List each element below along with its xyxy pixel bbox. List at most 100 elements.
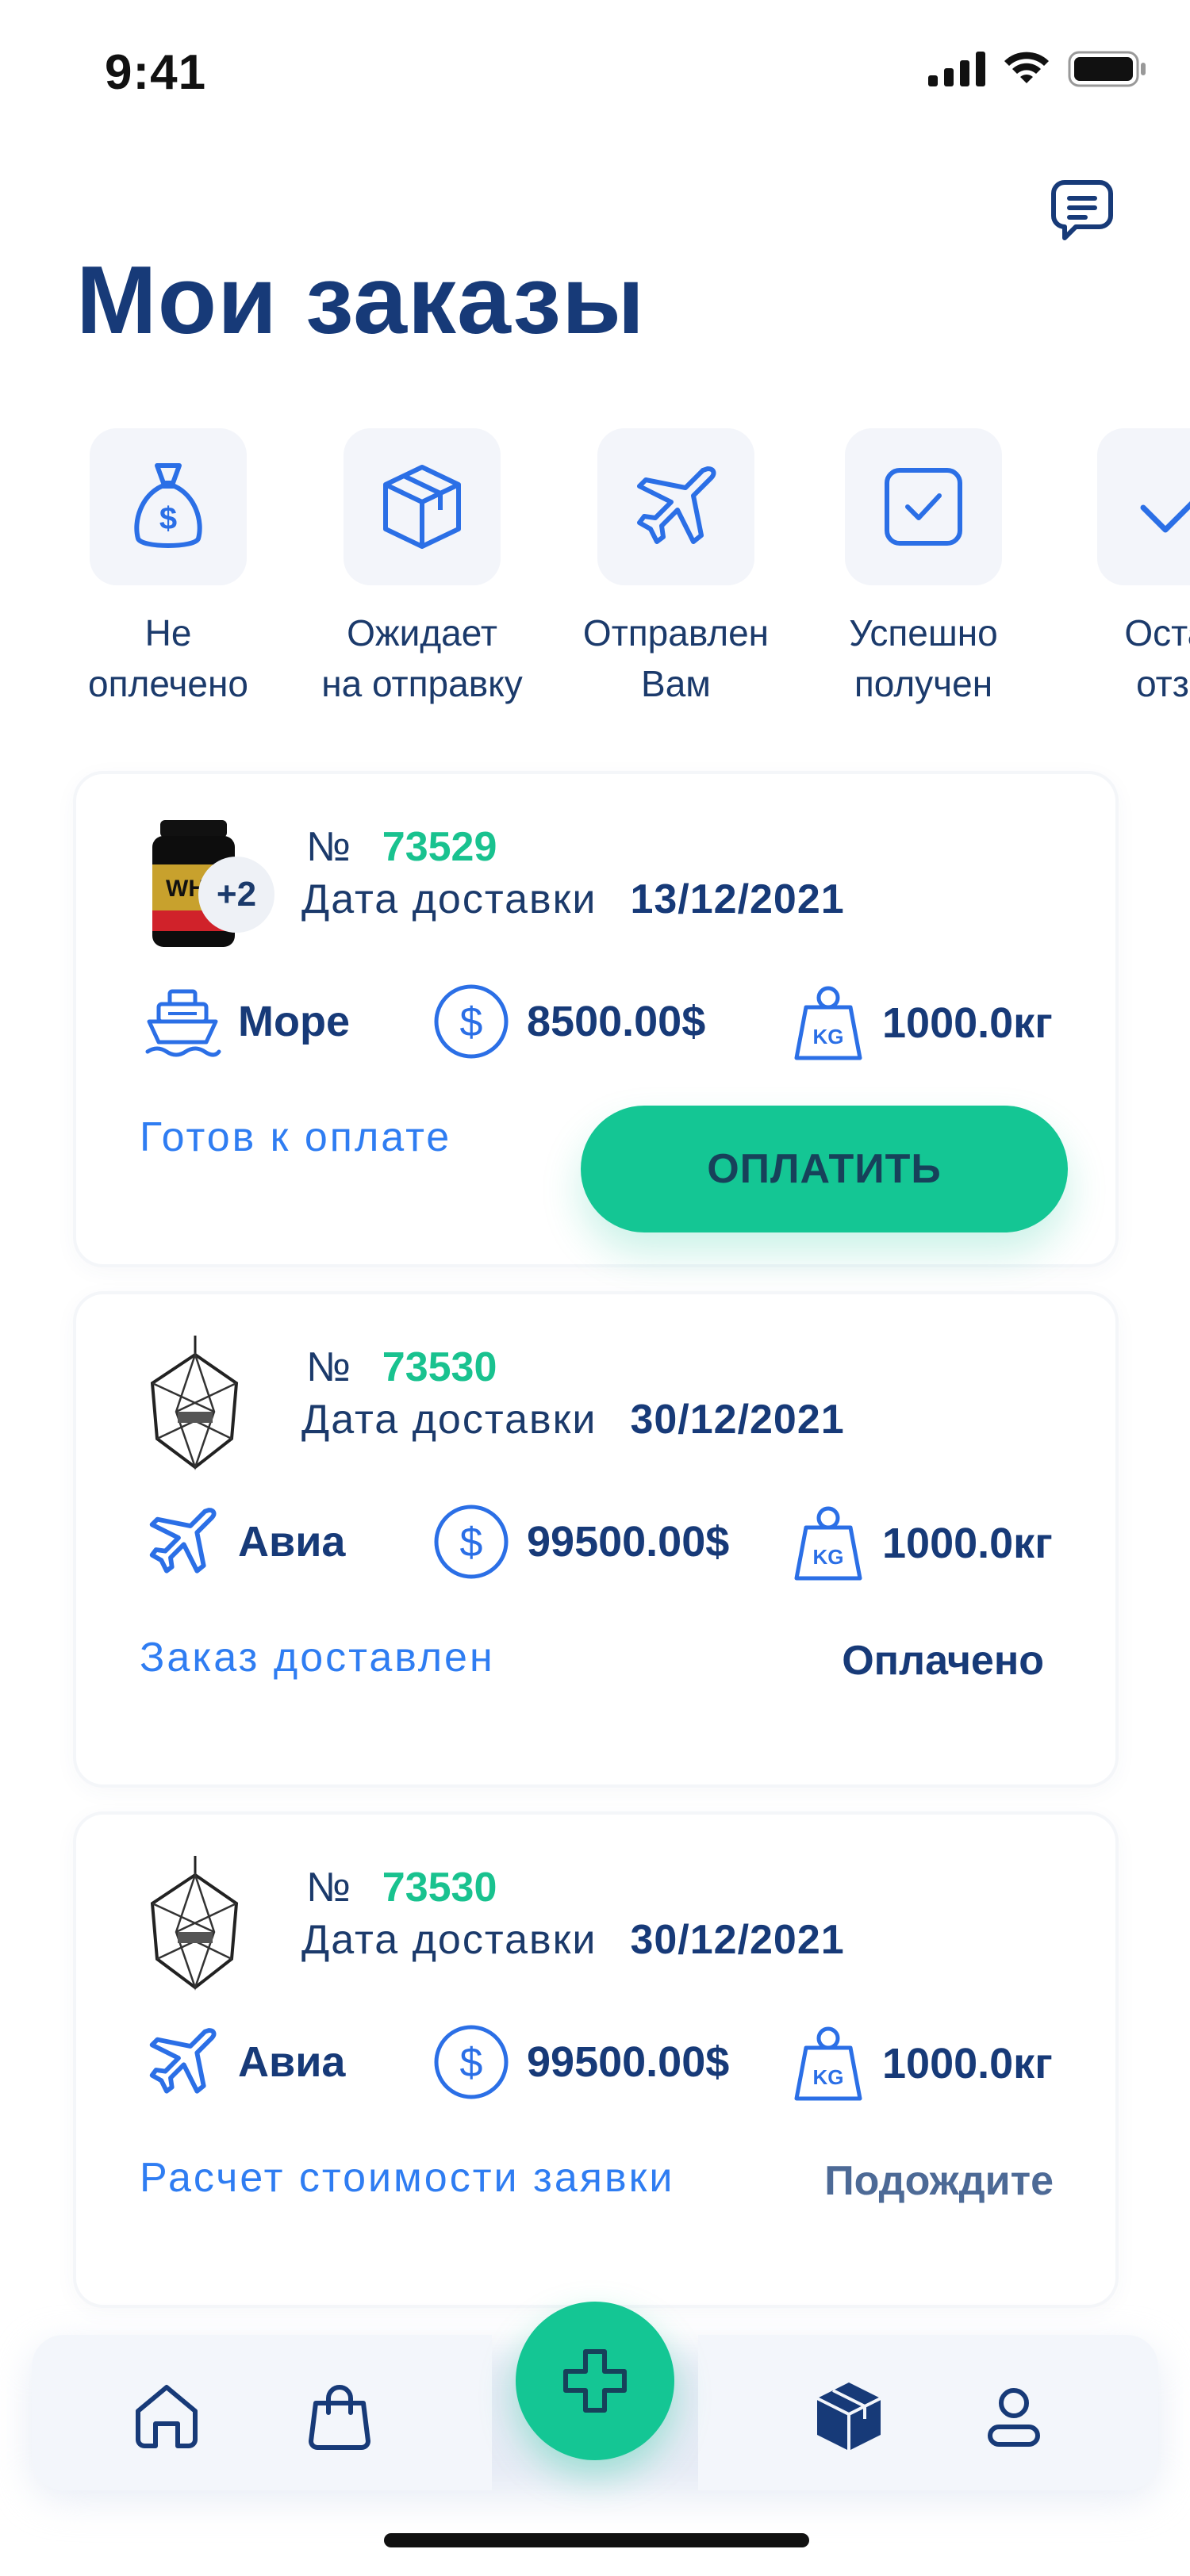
shopping-bag-icon [309, 2385, 370, 2450]
svg-text:$: $ [460, 999, 483, 1045]
battery-icon [1068, 51, 1146, 87]
filter-label: Остав отзы [1124, 612, 1190, 704]
price-value: 99500.00$ [527, 1518, 730, 1566]
date-label: Дата доставки [301, 876, 597, 922]
box-icon [816, 2382, 881, 2451]
product-image [150, 1336, 239, 1470]
svg-text:KG: KG [813, 2065, 844, 2089]
tab-profile[interactable] [976, 2378, 1052, 2454]
home-icon [136, 2385, 198, 2448]
weight-value: 1000.0кг [882, 2040, 1053, 2087]
plus-icon [563, 2349, 627, 2413]
chat-button[interactable] [1044, 171, 1120, 247]
user-icon [988, 2388, 1040, 2447]
add-order-button[interactable] [516, 2302, 674, 2460]
ship-icon [145, 989, 221, 1057]
shipping-label: Море [238, 998, 350, 1045]
svg-text:KG: KG [813, 1025, 844, 1048]
number-sign: № [306, 1865, 351, 1911]
weight-icon: KG [794, 1506, 862, 1581]
order-card[interactable]: № 73530 Дата доставки 30/12/2021 Авиа $ … [76, 1294, 1115, 1784]
order-weight: KG 1000.0кг [790, 982, 1053, 1064]
date-label: Дата доставки [301, 1397, 597, 1443]
extra-items-badge: +2 [198, 857, 274, 933]
shipping-method: Авиа [143, 2022, 345, 2102]
weight-icon: KG [794, 2026, 862, 2101]
order-card[interactable]: № 73530 Дата доставки 30/12/2021 Авиа $ … [76, 1815, 1115, 2305]
shipping-method: Море [143, 982, 350, 1061]
checkbox-icon [885, 468, 962, 546]
svg-text:$: $ [159, 501, 177, 536]
svg-text:$: $ [460, 2040, 483, 2086]
date-label: Дата доставки [301, 1917, 597, 1963]
filter-icon-box [344, 428, 501, 585]
order-weight: KG 1000.0кг [790, 1502, 1053, 1585]
price-value: 99500.00$ [527, 2038, 730, 2086]
date-value: 13/12/2021 [630, 876, 845, 922]
tab-shop[interactable] [301, 2378, 378, 2454]
order-number: № 73530 [306, 1864, 497, 1911]
order-status: Заказ доставлен [140, 1635, 495, 1681]
tabbar-right-section [698, 2335, 1158, 2490]
date-value: 30/12/2021 [630, 1917, 845, 1963]
status-icons [928, 51, 1147, 87]
filter-received[interactable]: Успешно получен [797, 428, 1050, 709]
svg-text:$: $ [460, 1520, 483, 1566]
airplane-icon [637, 466, 716, 544]
airplane-icon [149, 2028, 217, 2094]
filter-icon-box [1097, 428, 1190, 585]
dollar-icon: $ [434, 984, 509, 1059]
number-value: 73530 [382, 1865, 497, 1911]
delivery-date: Дата доставки 30/12/2021 [301, 1396, 845, 1443]
filter-label: Отправлен Вам [582, 612, 770, 704]
delivery-date: Дата доставки 30/12/2021 [301, 1916, 845, 1964]
number-sign: № [306, 824, 351, 870]
airplane-icon [149, 1508, 217, 1574]
order-price: $ 8500.00$ [432, 982, 705, 1061]
tab-home[interactable] [129, 2378, 205, 2454]
number-sign: № [306, 1344, 351, 1390]
number-value: 73530 [382, 1344, 497, 1390]
shipping-label: Авиа [238, 1518, 346, 1566]
box-icon [383, 465, 461, 549]
price-value: 8500.00$ [527, 998, 706, 1045]
payment-state: Оплачено [842, 1638, 1044, 1684]
delivery-date: Дата доставки 13/12/2021 [301, 876, 845, 923]
shipping-label: Авиа [238, 2038, 346, 2086]
checkmark-icon [1140, 501, 1190, 533]
svg-text:KG: KG [813, 1545, 844, 1569]
status-bar: 9:41 [0, 0, 1190, 143]
date-value: 30/12/2021 [630, 1397, 845, 1443]
tabbar-left-section [32, 2335, 492, 2490]
tab-orders[interactable] [811, 2378, 887, 2454]
filter-unpaid[interactable]: $ Не оплечено [41, 428, 295, 709]
order-number: № 73530 [306, 1344, 497, 1391]
filter-sent[interactable]: Отправлен Вам [549, 428, 803, 709]
order-status-filters: $ Не оплечено Ожидает на отправку Отправ… [0, 428, 1190, 730]
filter-awaiting-shipment[interactable]: Ожидает на отправку [295, 428, 549, 709]
wifi-icon [1004, 52, 1049, 83]
order-price: $ 99500.00$ [432, 2022, 729, 2102]
home-indicator [384, 2533, 809, 2547]
chat-icon [1051, 180, 1113, 240]
shipping-method: Авиа [143, 1502, 345, 1581]
order-price: $ 99500.00$ [432, 1502, 729, 1581]
order-number: № 73529 [306, 823, 497, 871]
page-title: Мои заказы [76, 246, 646, 354]
weight-value: 1000.0кг [882, 1520, 1053, 1567]
order-status: Расчет стоимости заявки [140, 2155, 675, 2201]
weight-value: 1000.0кг [882, 999, 1053, 1047]
pay-button[interactable]: ОПЛАТИТЬ [581, 1106, 1068, 1232]
filter-icon-box: $ [90, 428, 247, 585]
filter-label: Не оплечено [88, 612, 248, 704]
weight-icon: KG [794, 986, 862, 1060]
number-value: 73529 [382, 824, 497, 870]
order-weight: KG 1000.0кг [790, 2022, 1053, 2105]
dollar-icon: $ [434, 2025, 509, 2099]
cellular-signal-icon [928, 52, 985, 86]
order-status: Готов к оплате [140, 1114, 452, 1160]
payment-state: Подождите [824, 2158, 1054, 2204]
filter-leave-review[interactable]: Остав отзы [1049, 428, 1190, 709]
filter-icon-box [597, 428, 754, 585]
order-card[interactable]: WHE +2 № 73529 Дата доставки 13/12/2021 … [76, 774, 1115, 1264]
